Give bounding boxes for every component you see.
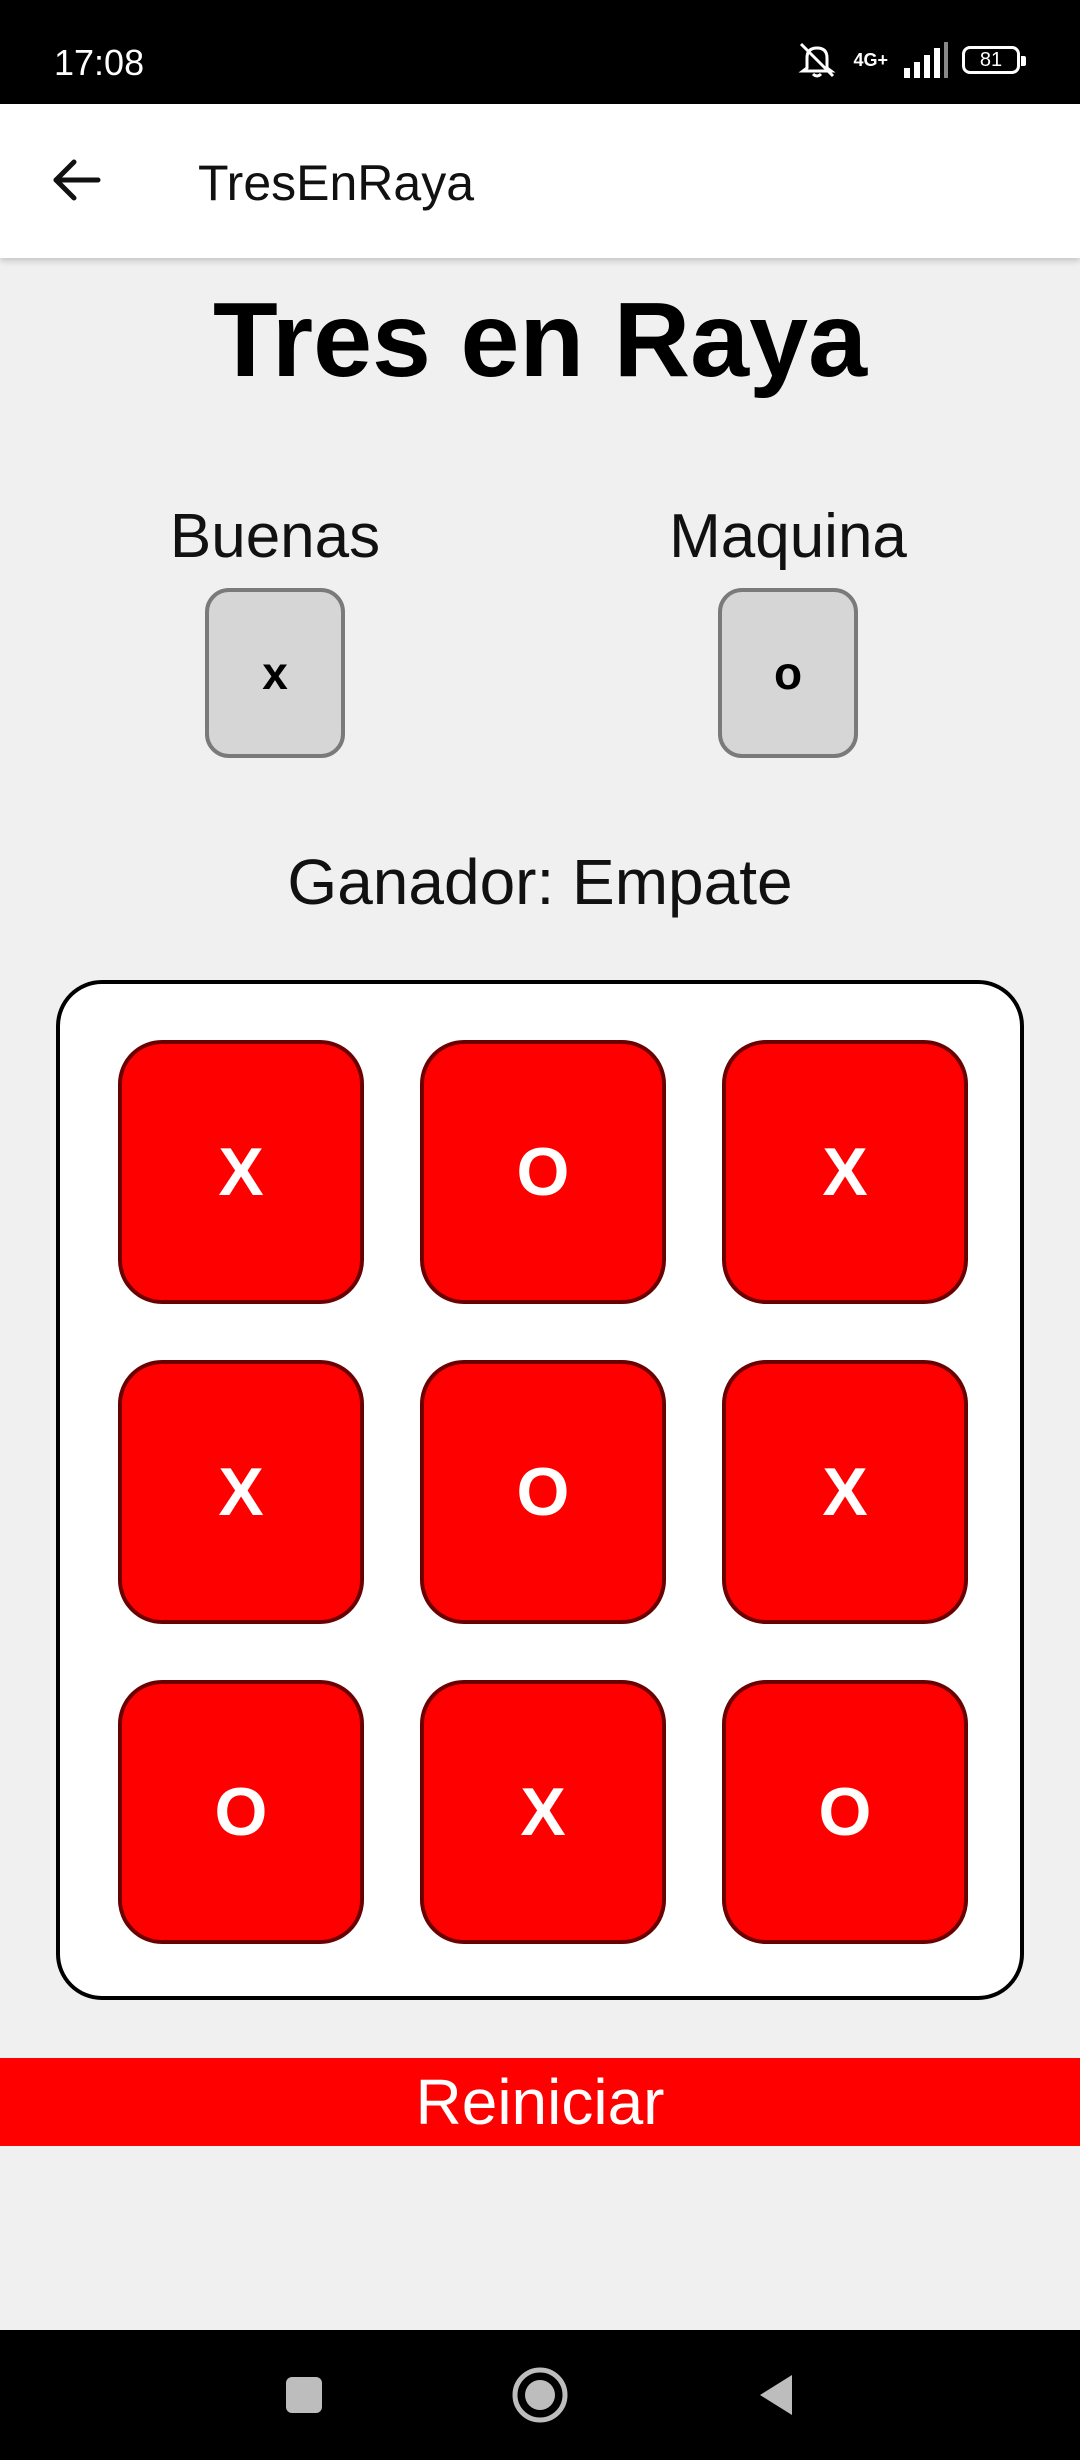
board-cell-7[interactable]: O xyxy=(118,1680,364,1944)
navigation-bar xyxy=(0,2330,1080,2460)
board-cell-9[interactable]: O xyxy=(722,1680,968,1944)
status-icons: 4G+ 81 xyxy=(795,40,1026,80)
network-type-label: 4G+ xyxy=(853,50,888,70)
app-title: TresEnRaya xyxy=(198,155,475,211)
board-cell-1[interactable]: X xyxy=(118,1040,364,1304)
board-cell-5[interactable]: O xyxy=(420,1360,666,1624)
game-board: X O X X O X O X O xyxy=(56,980,1024,2000)
player-human: Buenas x xyxy=(75,506,475,758)
player-machine: Maquina o xyxy=(588,506,988,758)
game-title: Tres en Raya xyxy=(212,281,868,399)
status-time: 17:08 xyxy=(54,42,145,83)
board-cell-4[interactable]: X xyxy=(118,1360,364,1624)
player-machine-symbol[interactable]: o xyxy=(718,588,858,758)
restart-button[interactable]: Reiniciar xyxy=(0,2058,1080,2146)
board-cell-8[interactable]: X xyxy=(420,1680,666,1944)
player-machine-label: Maquina xyxy=(669,502,907,571)
arrow-left-icon xyxy=(53,159,101,201)
player-human-label: Buenas xyxy=(169,502,381,571)
player-human-symbol[interactable]: x xyxy=(205,588,345,758)
back-button[interactable] xyxy=(44,147,110,213)
recents-button[interactable] xyxy=(274,2365,334,2425)
winner-text: Ganador: Empate xyxy=(287,846,793,918)
circle-icon xyxy=(512,2367,568,2423)
board-cell-2[interactable]: O xyxy=(420,1040,666,1304)
notifications-off-icon xyxy=(798,42,836,78)
signal-icon xyxy=(904,42,948,78)
app-bar: TresEnRaya xyxy=(0,104,1080,258)
home-button[interactable] xyxy=(510,2365,570,2425)
nav-back-button[interactable] xyxy=(746,2365,806,2425)
battery-icon: 81 xyxy=(962,46,1026,74)
triangle-back-icon xyxy=(760,2375,792,2415)
status-bar: 17:08 4G+ 81 xyxy=(0,0,1080,104)
board-cell-6[interactable]: X xyxy=(722,1360,968,1624)
board-cell-3[interactable]: X xyxy=(722,1040,968,1304)
square-icon xyxy=(286,2377,322,2413)
